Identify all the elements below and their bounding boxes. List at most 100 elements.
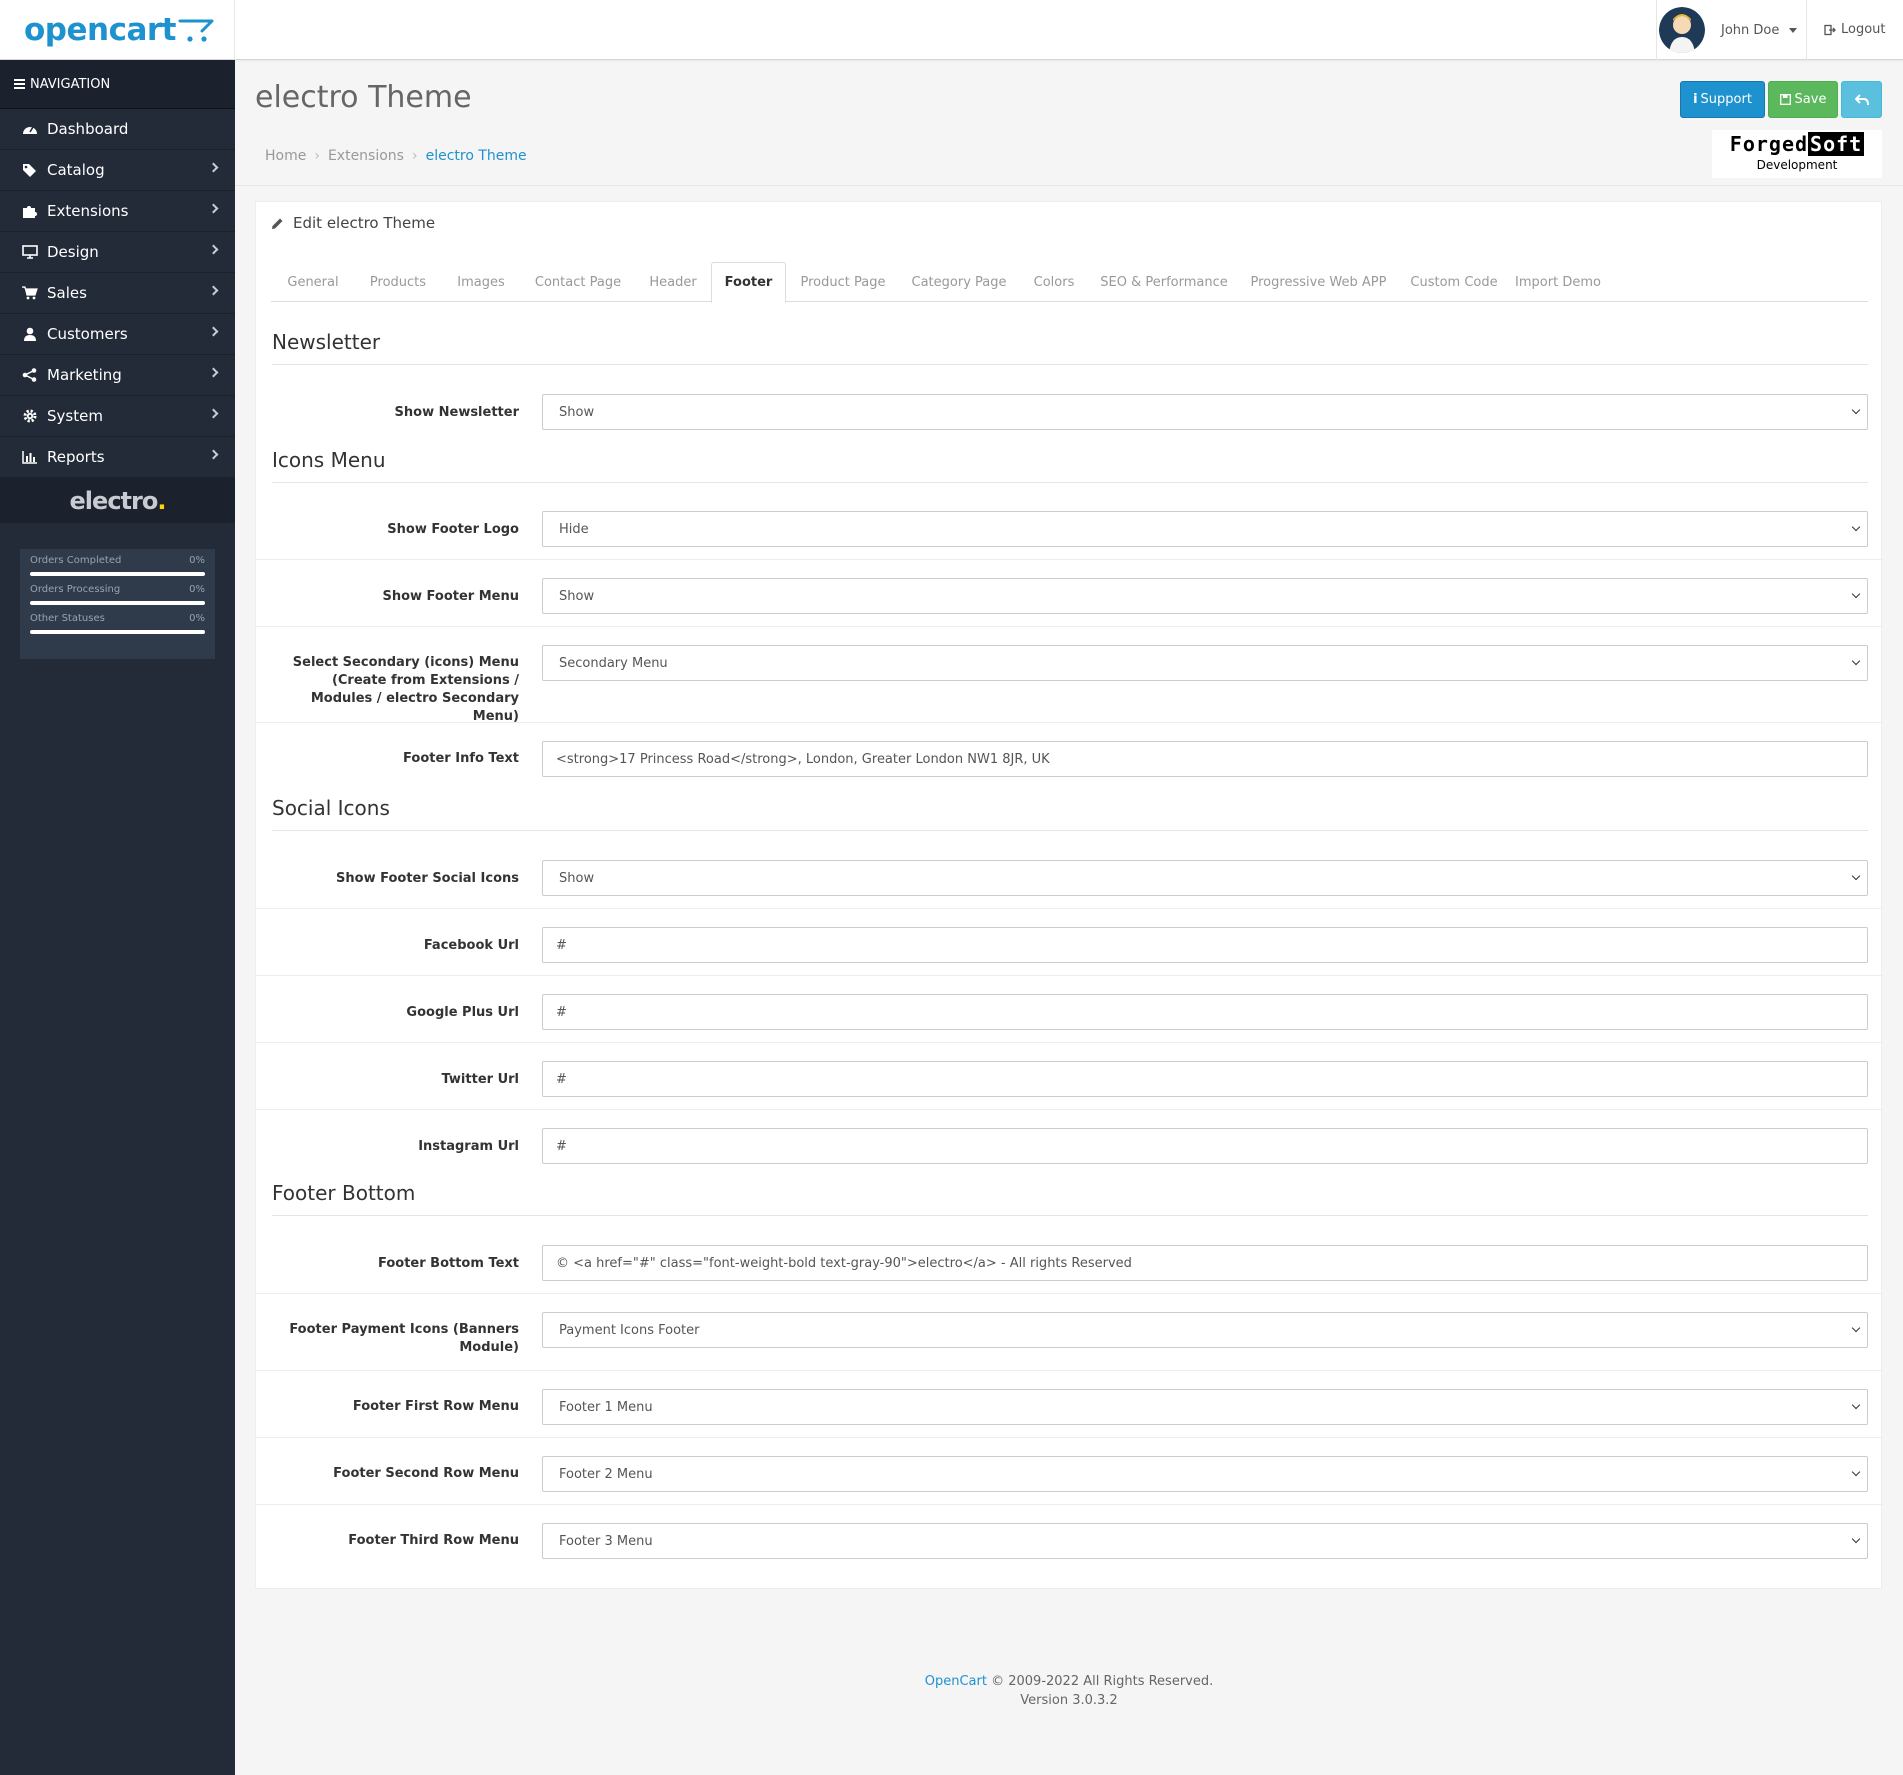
sign-out-icon xyxy=(1824,24,1836,35)
navigation-header[interactable]: NAVIGATION xyxy=(0,60,235,109)
chevron-down-icon xyxy=(1851,1323,1861,1333)
progress-bar xyxy=(30,630,205,634)
sidebar-item-label: Dashboard xyxy=(47,120,129,138)
tab-colors[interactable]: Colors xyxy=(1018,262,1090,303)
breadcrumb-home[interactable]: Home xyxy=(265,148,306,164)
tab-bar: General Products Images Contact Page Hea… xyxy=(271,262,1868,303)
field-label: Instagram Url xyxy=(418,1139,519,1154)
show-newsletter-select[interactable]: Show xyxy=(542,394,1868,430)
top-header: opencart John Doe Logout xyxy=(0,0,1903,60)
field-label: Footer Info Text xyxy=(403,751,519,766)
logout-label: Logout xyxy=(1841,22,1886,37)
form-row-secondary-menu: Select Secondary (icons) Menu (Create fr… xyxy=(256,627,1883,724)
field-label: Select Secondary (icons) Menu (Create fr… xyxy=(292,655,519,724)
sidebar-item-label: Marketing xyxy=(47,366,122,384)
support-label: Support xyxy=(1700,92,1752,107)
second-row-menu-select[interactable]: Footer 2 Menu xyxy=(542,1456,1868,1492)
tab-footer[interactable]: Footer xyxy=(711,262,786,303)
tab-images[interactable]: Images xyxy=(441,262,521,303)
payment-icons-select[interactable]: Payment Icons Footer xyxy=(542,1312,1868,1348)
instagram-url-input[interactable]: # xyxy=(542,1128,1868,1164)
form-row-footer-bottom-text: Footer Bottom Text © <a href="#" class="… xyxy=(256,1227,1883,1294)
tab-contact-page[interactable]: Contact Page xyxy=(521,262,635,303)
form-row-show-social-icons: Show Footer Social Icons Show xyxy=(256,842,1883,909)
logo-text: opencart xyxy=(24,12,176,48)
chevron-down-icon xyxy=(1851,656,1861,666)
field-label: Show Footer Menu xyxy=(382,589,519,604)
field-label: Google Plus Url xyxy=(406,1005,519,1020)
sidebar-item-extensions[interactable]: Extensions xyxy=(0,191,235,232)
sidebar-item-label: Sales xyxy=(47,284,87,302)
copyright-text: © 2009-2022 All Rights Reserved. xyxy=(986,1674,1214,1689)
section-newsletter: Newsletter xyxy=(272,330,1868,365)
tab-progressive-web-app[interactable]: Progressive Web APP xyxy=(1238,262,1399,303)
header-divider xyxy=(1806,0,1807,60)
user-dropdown[interactable]: John Doe xyxy=(1656,0,1806,60)
forgedsoft-logo: Forged Soft Development xyxy=(1712,130,1882,178)
edit-panel: Edit electro Theme General Products Imag… xyxy=(255,201,1883,1589)
breadcrumb-current[interactable]: electro Theme xyxy=(426,148,527,164)
secondary-menu-select[interactable]: Secondary Menu xyxy=(542,645,1868,681)
sidebar-item-design[interactable]: Design xyxy=(0,232,235,273)
facebook-url-input[interactable]: # xyxy=(542,927,1868,963)
show-footer-menu-select[interactable]: Show xyxy=(542,578,1868,614)
sidebar-item-label: Design xyxy=(47,243,99,261)
first-row-menu-select[interactable]: Footer 1 Menu xyxy=(542,1389,1868,1425)
user-icon xyxy=(20,326,40,342)
opencart-link[interactable]: OpenCart xyxy=(925,1674,987,1689)
twitter-url-input[interactable]: # xyxy=(542,1061,1868,1097)
show-social-icons-select[interactable]: Show xyxy=(542,860,1868,896)
field-label: Footer Payment Icons (Banners Module) xyxy=(289,1322,519,1355)
stat-value: 0% xyxy=(189,584,205,595)
sidebar-item-marketing[interactable]: Marketing xyxy=(0,355,235,396)
gear-icon xyxy=(20,408,40,424)
divider xyxy=(235,185,1903,186)
tab-category-page[interactable]: Category Page xyxy=(900,262,1018,303)
reply-icon xyxy=(1854,93,1869,105)
chevron-down-icon xyxy=(1851,522,1861,532)
cart-icon xyxy=(20,285,40,301)
form-row-show-footer-menu: Show Footer Menu Show xyxy=(256,560,1883,627)
sidebar-item-reports[interactable]: Reports xyxy=(0,437,235,478)
sidebar-item-sales[interactable]: Sales xyxy=(0,273,235,314)
breadcrumb-extensions[interactable]: Extensions xyxy=(328,148,404,164)
support-button[interactable]: i Support xyxy=(1680,81,1765,118)
chevron-right-icon xyxy=(208,326,219,337)
third-row-menu-select[interactable]: Footer 3 Menu xyxy=(542,1523,1868,1559)
chevron-down-icon xyxy=(1851,1534,1861,1544)
google-plus-url-input[interactable]: # xyxy=(542,994,1868,1030)
opencart-logo[interactable]: opencart xyxy=(24,8,216,52)
show-footer-logo-select[interactable]: Hide xyxy=(542,511,1868,547)
bar-chart-icon xyxy=(20,449,40,465)
tab-products[interactable]: Products xyxy=(355,262,441,303)
sidebar-item-system[interactable]: System xyxy=(0,396,235,437)
section-social-icons: Social Icons xyxy=(272,796,1868,831)
tab-import-demo[interactable]: Import Demo xyxy=(1509,262,1607,303)
pencil-icon xyxy=(272,218,283,229)
footer-bottom-text-input[interactable]: © <a href="#" class="font-weight-bold te… xyxy=(542,1245,1868,1281)
chevron-right-icon xyxy=(208,449,219,460)
user-name: John Doe xyxy=(1721,22,1780,38)
cart-logo-icon xyxy=(178,19,214,42)
chevron-down-icon xyxy=(1851,1467,1861,1477)
tab-header[interactable]: Header xyxy=(635,262,711,303)
tab-seo-performance[interactable]: SEO & Performance xyxy=(1090,262,1238,303)
stat-other-statuses: Other Statuses 0% xyxy=(30,613,205,634)
footer-info-text-input[interactable]: <strong>17 Princess Road</strong>, Londo… xyxy=(542,741,1868,777)
sidebar-item-dashboard[interactable]: Dashboard xyxy=(0,109,235,150)
tab-custom-code[interactable]: Custom Code xyxy=(1399,262,1509,303)
form-row-third-row-menu: Footer Third Row Menu Footer 3 Menu xyxy=(256,1505,1883,1572)
tab-general[interactable]: General xyxy=(271,262,355,303)
sidebar-item-customers[interactable]: Customers xyxy=(0,314,235,355)
tab-product-page[interactable]: Product Page xyxy=(786,262,900,303)
sidebar-item-label: System xyxy=(47,407,103,425)
save-button[interactable]: Save xyxy=(1768,81,1838,118)
form-row-footer-info-text: Footer Info Text <strong>17 Princess Roa… xyxy=(256,723,1883,788)
avatar xyxy=(1659,7,1705,53)
sidebar-item-catalog[interactable]: Catalog xyxy=(0,150,235,191)
section-footer-bottom: Footer Bottom xyxy=(272,1181,1868,1216)
back-button[interactable] xyxy=(1841,81,1882,118)
chevron-right-icon xyxy=(208,203,219,214)
logout-link[interactable]: Logout xyxy=(1824,22,1886,37)
form-row-twitter-url: Twitter Url # xyxy=(256,1043,1883,1110)
